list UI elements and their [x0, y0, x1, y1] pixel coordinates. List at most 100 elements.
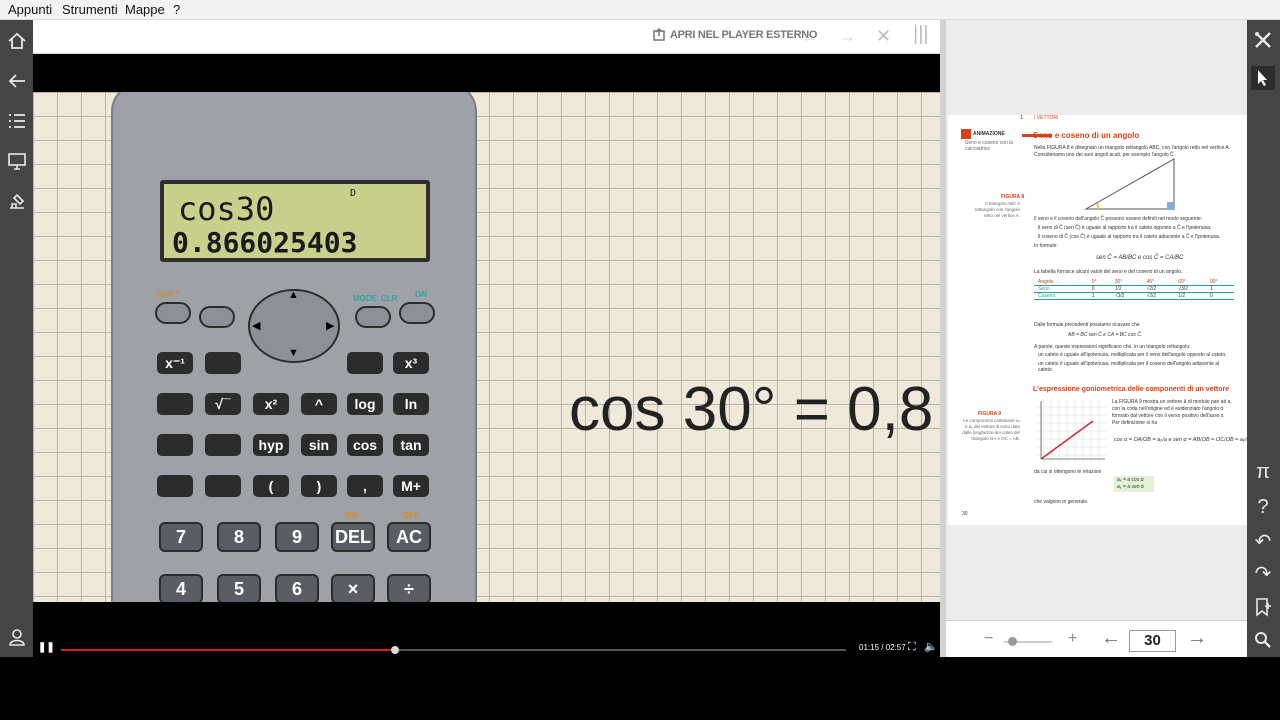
time-display: 01:15 / 02:57: [859, 643, 906, 652]
alpha-key: [199, 306, 235, 328]
home-icon[interactable]: [5, 29, 29, 53]
book-page[interactable]: 1 I VETTORI ANIMAZIONE Seno e coseno con…: [948, 115, 1251, 525]
paragraph-2: Il seno e il coseno dell'angolo Ĉ posson…: [1034, 216, 1203, 222]
figure-9-caption: Le componenti cartesiane aₓ e aᵧ del vet…: [962, 418, 1020, 441]
dpad-left-icon: ◀: [252, 320, 261, 332]
pause-icon[interactable]: ❚❚: [38, 642, 55, 653]
page-number-input[interactable]: 30: [1129, 630, 1176, 652]
formula-ay: aᵧ = a sen α: [1117, 484, 1144, 490]
key-divide: ÷: [387, 574, 431, 602]
open-external-label: APRI NEL PLAYER ESTERNO: [670, 28, 818, 41]
key-ln: ln: [393, 393, 429, 415]
help-icon[interactable]: ?: [1251, 495, 1275, 519]
table-intro: La tabella fornisce alcuni valori del se…: [1034, 269, 1183, 275]
key-sin: sin: [301, 434, 337, 456]
key-multiply: ×: [331, 574, 375, 602]
key-x-cube: x³: [393, 352, 429, 374]
cursor-icon[interactable]: [1251, 66, 1275, 90]
left-toolbar: [0, 20, 33, 657]
key-tan: tan: [393, 434, 429, 456]
zoom-out-button[interactable]: −: [984, 630, 993, 648]
table-cell: √2/2: [1146, 286, 1157, 292]
screen-icon[interactable]: [5, 149, 29, 173]
table-cell: 0: [1091, 286, 1095, 292]
shift-label: SHIFT: [157, 290, 181, 299]
table-cell: √3/2: [1114, 293, 1125, 299]
key-del: DEL: [331, 522, 375, 552]
vector-figure: [1035, 399, 1107, 463]
right-toolbar: π ? ↶ ↷: [1247, 20, 1280, 657]
table-cell: 1: [1091, 293, 1095, 299]
external-open-icon: [653, 28, 665, 41]
bookmark-add-icon[interactable]: [1251, 595, 1275, 619]
key-hyp: hyp: [253, 434, 289, 456]
on-label: ON: [415, 290, 427, 299]
volume-icon[interactable]: 🔈: [924, 640, 938, 653]
key-x-square: x²: [253, 393, 289, 415]
seek-bar-played: [61, 649, 395, 651]
clr-label: CLR: [381, 294, 398, 303]
prev-arrow-icon[interactable]: ←: [801, 26, 819, 47]
key-blank: [205, 352, 241, 374]
figure-9-label: FIGURA 9: [978, 411, 1002, 417]
animation-caption: Seno e coseno con la calcolatrice: [965, 140, 1014, 152]
undo-icon[interactable]: ↶: [1251, 529, 1275, 553]
display-result: 0.866025403: [172, 226, 358, 259]
search-icon[interactable]: [1251, 628, 1275, 652]
menu-mappe[interactable]: Mappe: [125, 2, 165, 17]
tools-cross-icon[interactable]: [1251, 28, 1275, 52]
table-cell: 1/2: [1114, 286, 1122, 292]
prev-page-icon[interactable]: ←: [1101, 627, 1121, 650]
menu-appunti[interactable]: Appunti: [8, 2, 52, 17]
zoom-slider-handle[interactable]: [1008, 637, 1017, 646]
next-arrow-icon[interactable]: →: [838, 26, 856, 47]
key-m-plus: M+: [393, 475, 429, 497]
key-5: 5: [217, 574, 261, 602]
bullet-4: un cateto è uguale all'ipotenusa, moltip…: [1038, 361, 1220, 373]
animation-icon[interactable]: [961, 129, 971, 139]
paragraph-7: che valgono in generale.: [1034, 499, 1089, 505]
key-blank: [157, 475, 193, 497]
key-sqrt: √¯: [205, 393, 241, 415]
next-page-icon[interactable]: →: [1187, 627, 1207, 650]
bullet-1: il seno di Ĉ (sen Ĉ) è uguale al rapport…: [1038, 225, 1212, 231]
key-4: 4: [159, 574, 203, 602]
paragraph-5: La FIGURA 9 mostra un vettore a⃗ di modu…: [1112, 399, 1232, 426]
player-controls: ❚❚ 01:15 / 02:57 ⛶ 🔈: [33, 640, 940, 657]
key-6: 6: [275, 574, 319, 602]
table-cell: √3/2: [1178, 286, 1188, 292]
key-close-paren: ): [301, 475, 337, 497]
key-ac: AC: [387, 522, 431, 552]
paragraph-3: Dalle formule precedenti possiamo ricava…: [1034, 322, 1140, 328]
close-icon[interactable]: ✕: [876, 26, 891, 47]
tools-icon[interactable]: [5, 189, 29, 213]
user-icon[interactable]: [5, 625, 29, 649]
seek-handle[interactable]: [390, 646, 399, 654]
redo-icon[interactable]: ↷: [1251, 561, 1275, 585]
video-player: APRI NEL PLAYER ESTERNO ← → ✕ ||| cos30 …: [33, 20, 940, 657]
key-power: ^: [301, 393, 337, 415]
seek-bar[interactable]: [61, 646, 846, 654]
fullscreen-icon[interactable]: ⛶: [908, 641, 916, 654]
bullet-2: il coseno di Ĉ (cos Ĉ) è uguale al rappo…: [1038, 234, 1221, 240]
drag-handle-icon[interactable]: |||: [913, 23, 929, 46]
mode-key: [355, 306, 391, 328]
menu-strumenti[interactable]: Strumenti: [62, 2, 118, 17]
list-icon[interactable]: [5, 109, 29, 133]
ins-label: INS: [345, 511, 359, 520]
key-9: 9: [275, 522, 319, 552]
pi-icon[interactable]: π: [1251, 460, 1275, 484]
calculator-dpad: ▲ ▼ ◀ ▶: [248, 289, 340, 363]
key-cos: cos: [347, 434, 383, 456]
paragraph-6: da cui si ottengono le relazioni: [1034, 469, 1102, 475]
open-external-player-button[interactable]: APRI NEL PLAYER ESTERNO: [653, 28, 817, 41]
key-blank: [205, 434, 241, 456]
section-title: Seno e coseno di un angolo: [1033, 131, 1140, 140]
dpad-up-icon: ▲: [288, 289, 299, 301]
menu-help[interactable]: ?: [173, 2, 180, 17]
video-frame[interactable]: cos30 D 0.866025403 SHIFT MODE CLR ON ▲ …: [33, 92, 940, 602]
back-arrow-icon[interactable]: [5, 69, 29, 93]
key-open-paren: (: [253, 475, 289, 497]
formula-1: sen Ĉ = AB/BC e cos Ĉ = CA/BC: [1096, 255, 1184, 261]
zoom-in-button[interactable]: +: [1068, 630, 1077, 648]
